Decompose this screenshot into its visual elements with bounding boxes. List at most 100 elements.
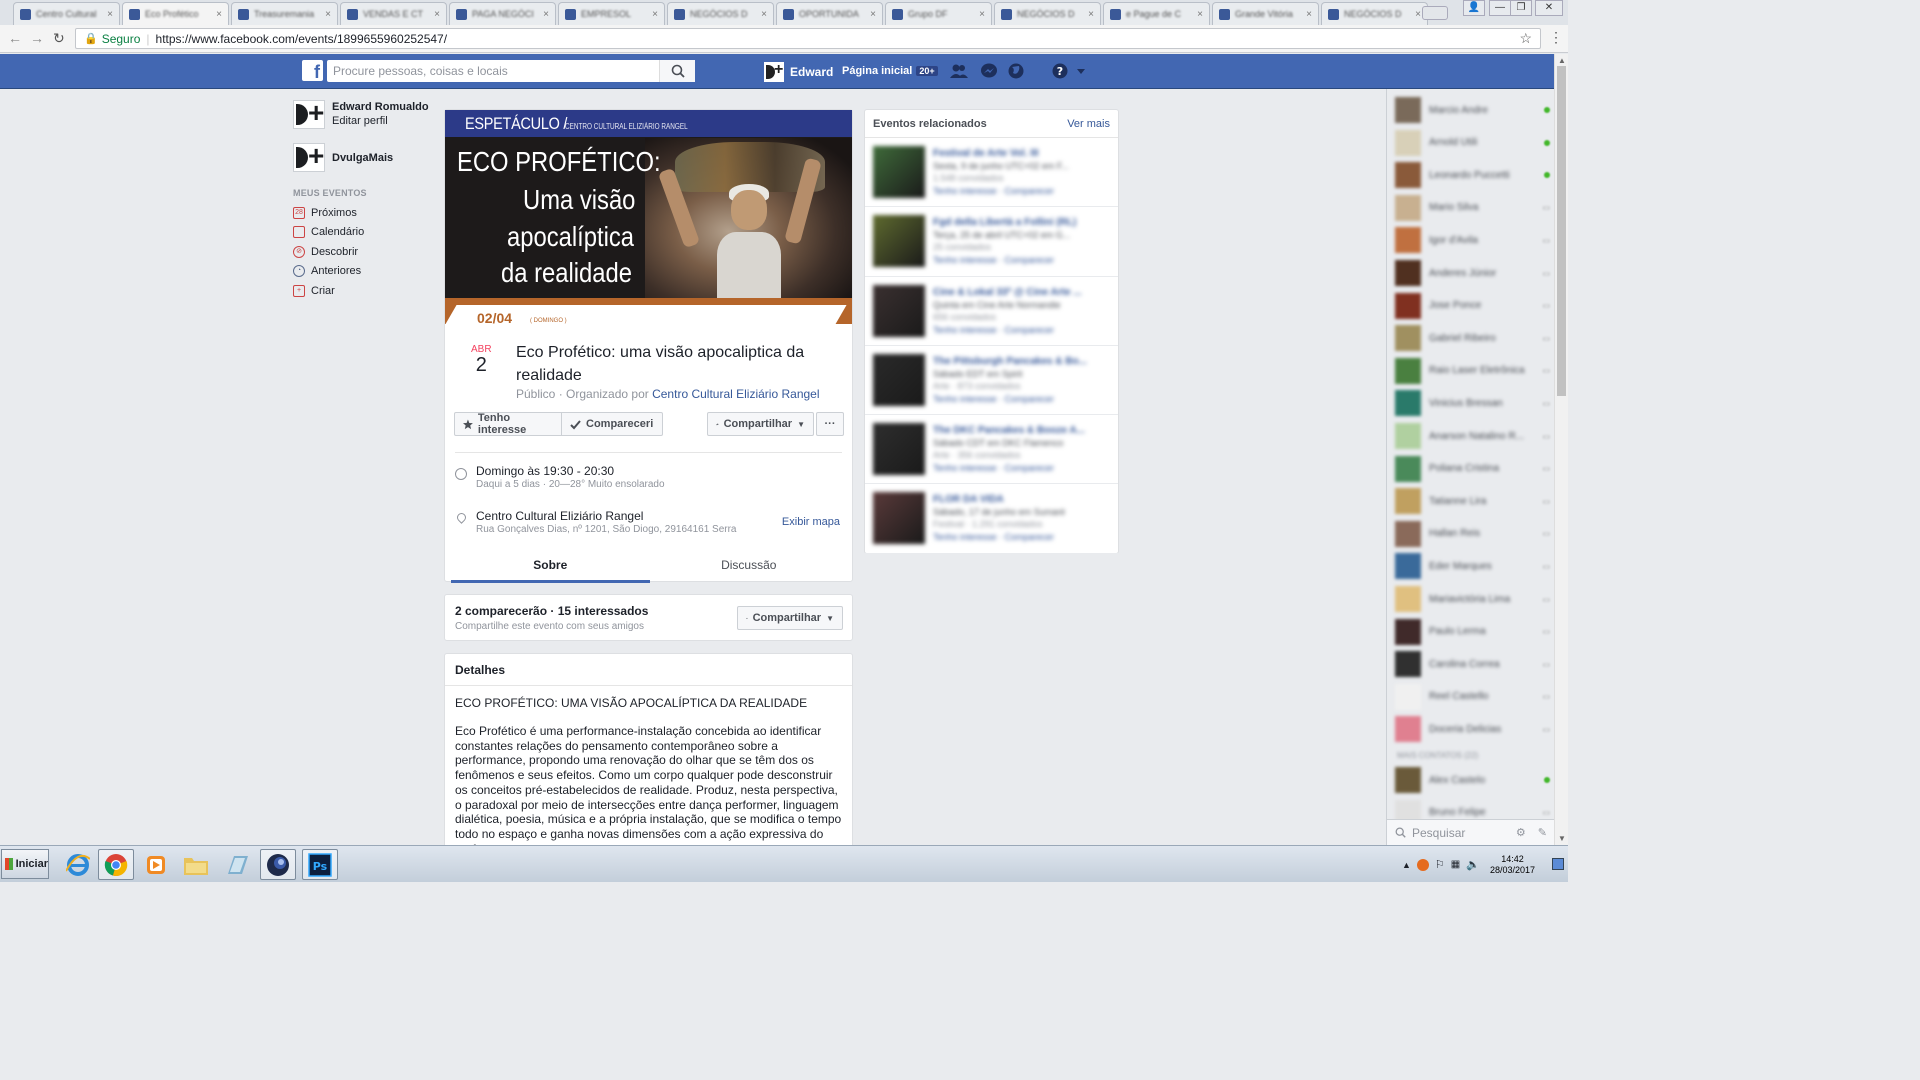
tab-close-icon[interactable]: × xyxy=(107,9,113,20)
browser-tab[interactable]: e Pague de C × xyxy=(1103,2,1210,25)
page-scrollbar[interactable]: ▲ ▼ xyxy=(1554,54,1568,845)
share-button[interactable]: Compartilhar ▼ xyxy=(707,412,814,436)
related-event-title[interactable]: FLOR DA VIDA xyxy=(933,494,1113,505)
browser-tab[interactable]: Centro Cultural × xyxy=(13,2,120,25)
nav-item-create[interactable]: + Criar xyxy=(293,281,433,301)
browser-tab[interactable]: NEGÓCIOS D × xyxy=(667,2,774,25)
back-icon[interactable]: ← xyxy=(8,30,22,46)
folder-icon[interactable] xyxy=(178,849,214,880)
notifications-globe-icon[interactable] xyxy=(1007,63,1025,79)
messenger-icon[interactable] xyxy=(980,63,998,79)
edit-profile-link[interactable]: Editar perfil xyxy=(332,114,429,128)
chat-contact[interactable]: Anderes Júnior ▭ xyxy=(1395,260,1550,286)
profile-shortcut[interactable]: Edward Romualdo Editar perfil xyxy=(293,96,433,130)
related-event-item[interactable]: The DKC Pancakes & Booze A... Sábado CDT … xyxy=(865,415,1118,485)
related-event-thumbnail[interactable] xyxy=(873,353,925,406)
related-event-actions[interactable]: Tenho interesse · Comparecer xyxy=(933,325,1113,335)
scroll-down-icon[interactable]: ▼ xyxy=(1558,834,1566,843)
related-event-actions[interactable]: Tenho interesse · Comparecer xyxy=(933,255,1113,265)
browser-tab[interactable]: Treasuremania × xyxy=(231,2,338,25)
chat-contact[interactable]: Gabriel Ribeiro ▭ xyxy=(1395,325,1550,352)
system-clock[interactable]: 14:42 28/03/2017 xyxy=(1490,854,1535,876)
more-options-button[interactable]: ··· xyxy=(816,412,844,436)
profile-name[interactable]: Edward Romualdo xyxy=(332,100,429,114)
browser-tab[interactable]: NEGÓCIOS D × xyxy=(1321,2,1428,25)
chat-contact[interactable]: Reel Castello ▭ xyxy=(1395,683,1550,710)
search-button[interactable] xyxy=(659,60,695,82)
show-map-link[interactable]: Exibir mapa xyxy=(782,516,840,528)
cinema4d-icon[interactable] xyxy=(260,849,296,880)
app-icon[interactable] xyxy=(220,849,256,880)
related-event-thumbnail[interactable] xyxy=(873,146,925,198)
compose-icon[interactable]: ✎ xyxy=(1538,826,1547,839)
scroll-up-icon[interactable]: ▲ xyxy=(1558,56,1566,65)
gear-icon[interactable]: ⚙ xyxy=(1516,826,1526,839)
chat-contact[interactable]: Poliana Cristina ▭ xyxy=(1395,455,1550,482)
see-more-link[interactable]: Ver mais xyxy=(1067,118,1110,130)
volume-icon[interactable]: 🔈 xyxy=(1466,858,1480,871)
related-event-actions[interactable]: Tenho interesse · Comparecer xyxy=(933,463,1113,473)
photoshop-icon[interactable]: Ps xyxy=(302,849,338,880)
chat-contact[interactable]: Leonardo Puccetti xyxy=(1395,162,1550,189)
related-event-thumbnail[interactable] xyxy=(873,492,925,545)
related-event-item[interactable]: FLOR DA VIDA Sábado, 17 de junho em Sumar… xyxy=(865,484,1118,554)
scrollbar-thumb[interactable] xyxy=(1557,66,1566,396)
browser-tab[interactable]: Eco Profético × xyxy=(122,2,229,25)
close-window-button[interactable]: ✕ xyxy=(1535,0,1563,16)
related-event-title[interactable]: Cine & Lokal 33ª @ Cine Arte ... xyxy=(933,287,1113,298)
minimize-button[interactable]: — xyxy=(1489,0,1511,16)
flag-icon[interactable]: ⚐ xyxy=(1435,858,1445,871)
profile-link[interactable]: Edward xyxy=(764,61,833,82)
related-event-thumbnail[interactable] xyxy=(873,284,925,337)
address-bar[interactable]: 🔒 Seguro | https://www.facebook.com/even… xyxy=(75,28,1541,49)
search-box[interactable] xyxy=(327,60,695,82)
search-input[interactable] xyxy=(333,64,653,78)
browser-tab[interactable]: Grande Vitória × xyxy=(1212,2,1319,25)
forward-icon[interactable]: → xyxy=(30,30,44,46)
tab-close-icon[interactable]: × xyxy=(1197,9,1203,20)
related-event-title[interactable]: The Pittsburgh Pancakes & Bo... xyxy=(933,356,1113,367)
chat-contact[interactable]: Eder Marques ▭ xyxy=(1395,553,1550,580)
chat-contact[interactable]: Carolina Correa ▭ xyxy=(1395,651,1550,678)
friend-requests-icon[interactable] xyxy=(950,63,968,79)
chat-contact[interactable]: Mariavictória Lima ▭ xyxy=(1395,586,1550,612)
related-event-title[interactable]: The DKC Pancakes & Booze A... xyxy=(933,425,1113,436)
nav-item-upcoming[interactable]: 28 Próximos xyxy=(293,203,433,223)
chat-contact[interactable]: Doceria Delicias ▭ xyxy=(1395,716,1550,743)
account-menu-chevron-icon[interactable] xyxy=(1075,63,1087,79)
related-event-item[interactable]: Cine & Lokal 33ª @ Cine Arte ... Quinta e… xyxy=(865,277,1118,346)
related-event-actions[interactable]: Tenho interesse · Comparecer xyxy=(933,394,1113,404)
bookmark-star-icon[interactable]: ☆ xyxy=(1519,30,1532,47)
tab-close-icon[interactable]: × xyxy=(1088,9,1094,20)
related-event-item[interactable]: Fgd della Libertà a Follini (RL) Terça, 2… xyxy=(865,207,1118,277)
related-event-thumbnail[interactable] xyxy=(873,423,925,476)
chat-contact[interactable]: Vinicius Bressan ▭ xyxy=(1395,390,1550,417)
chat-search[interactable]: Pesquisar ⚙ ✎ xyxy=(1387,819,1554,845)
media-player-icon[interactable] xyxy=(138,849,174,880)
reload-icon[interactable]: ↻ xyxy=(53,30,65,47)
show-hidden-icons-icon[interactable]: ▲ xyxy=(1402,860,1411,870)
related-event-title[interactable]: Festival de Arte Vol. III xyxy=(933,148,1113,159)
related-event-actions[interactable]: Tenho interesse · Comparecer xyxy=(933,186,1113,196)
browser-tab[interactable]: OPORTUNIDA × xyxy=(776,2,883,25)
browser-tab[interactable]: VENDAS E CT × xyxy=(340,2,447,25)
chat-contact[interactable]: Jose Ponce ▭ xyxy=(1395,292,1550,319)
maximize-button[interactable]: ❐ xyxy=(1510,0,1532,16)
tab-close-icon[interactable]: × xyxy=(979,9,985,20)
tab-close-icon[interactable]: × xyxy=(1306,9,1312,20)
ie-icon[interactable] xyxy=(60,849,96,880)
tray-app-icon[interactable] xyxy=(1416,858,1429,871)
organizer-link[interactable]: Centro Cultural Eliziário Rangel xyxy=(652,387,819,401)
show-desktop-icon[interactable] xyxy=(1552,858,1564,870)
related-event-actions[interactable]: Tenho interesse · Comparecer xyxy=(933,532,1113,542)
related-event-item[interactable]: The Pittsburgh Pancakes & Bo... Sábado ED… xyxy=(865,346,1118,416)
tab-discussion[interactable]: Discussão xyxy=(650,552,849,583)
browser-tab[interactable]: NEGÓCIOS D × xyxy=(994,2,1101,25)
tab-close-icon[interactable]: × xyxy=(434,9,440,20)
start-button[interactable]: Iniciar xyxy=(1,849,49,879)
tab-close-icon[interactable]: × xyxy=(1415,9,1421,20)
attendance-summary[interactable]: 2 comparecerão · 15 interessados xyxy=(455,604,648,618)
nav-item-discover[interactable]: ⊘ Descobrir xyxy=(293,242,433,262)
related-event-item[interactable]: Festival de Arte Vol. III Sexta, 9 de jun… xyxy=(865,138,1118,208)
tab-close-icon[interactable]: × xyxy=(761,9,767,20)
